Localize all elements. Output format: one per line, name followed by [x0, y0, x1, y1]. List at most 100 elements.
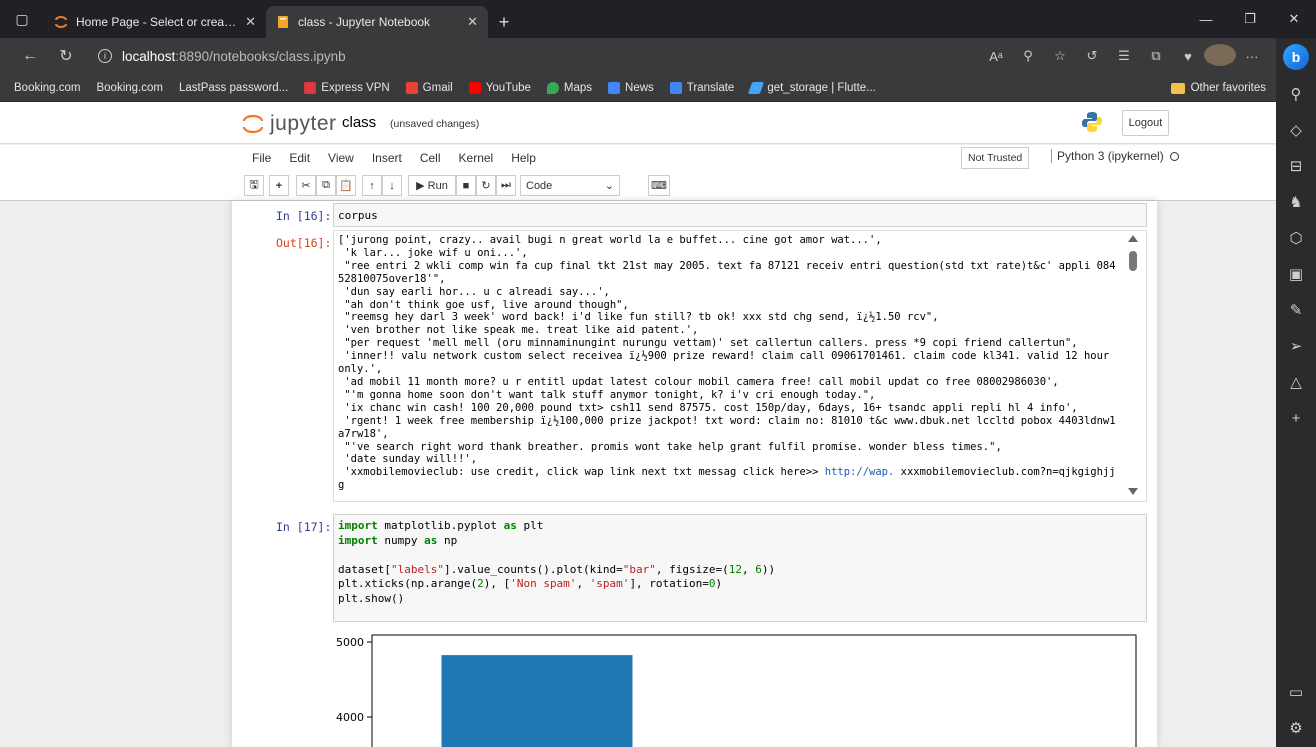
cell-17-input[interactable]: import matplotlib.pyplot as plt import n…: [333, 514, 1147, 622]
favorite-star-icon[interactable]: ☆: [1044, 48, 1076, 64]
code-line-2: import numpy as np: [338, 533, 458, 547]
cell-16-input[interactable]: corpus: [333, 203, 1147, 227]
minimize-icon[interactable]: —: [1184, 0, 1228, 38]
collections-icon[interactable]: ⧉: [1140, 48, 1172, 64]
fast-forward-icon[interactable]: ⏭: [496, 175, 516, 196]
move-down-icon[interactable]: ↓: [382, 175, 402, 196]
health-icon[interactable]: ♥: [1172, 49, 1204, 64]
bookmark-translate[interactable]: Translate: [662, 81, 743, 94]
microsoft365-icon[interactable]: ⬡: [1276, 220, 1316, 256]
close-window-icon[interactable]: ✕: [1272, 0, 1316, 38]
menu-cell[interactable]: Cell: [411, 149, 450, 167]
maps-icon: [546, 81, 559, 94]
bookmark-expressvpn[interactable]: Express VPN: [296, 81, 397, 94]
bookmark-get-storage[interactable]: get_storage | Flutte...: [742, 81, 883, 94]
search-icon[interactable]: ⚲: [1276, 76, 1316, 112]
cut-icon[interactable]: ✂: [296, 175, 316, 196]
bar-non-spam: [441, 655, 633, 747]
paste-icon[interactable]: 📋: [336, 175, 356, 196]
read-aloud-icon[interactable]: Aᵃ: [980, 49, 1012, 64]
menu-edit[interactable]: Edit: [280, 149, 319, 167]
tab-actions-icon[interactable]: ▢: [0, 0, 44, 38]
info-icon[interactable]: i: [98, 49, 112, 63]
stop-icon[interactable]: ■: [456, 175, 476, 196]
jupyter-favicon: [55, 16, 67, 28]
bookmark-maps[interactable]: Maps: [539, 81, 600, 94]
command-palette-icon[interactable]: ⌨: [648, 175, 670, 196]
refresh-extension-icon[interactable]: ↺: [1076, 48, 1108, 64]
scroll-up-arrow-icon[interactable]: [1128, 235, 1138, 242]
games-icon[interactable]: ♞: [1276, 184, 1316, 220]
outlook-icon[interactable]: ▣: [1276, 256, 1316, 292]
window-controls: — ❐ ✕: [1184, 0, 1316, 38]
profile-avatar[interactable]: [1204, 43, 1236, 69]
output-line: 'xxmobilemovieclub: use credit, click wa…: [338, 466, 1116, 492]
add-icon[interactable]: +: [1276, 400, 1316, 436]
close-tab-icon[interactable]: ✕: [467, 14, 478, 30]
bookmark-youtube[interactable]: YouTube: [461, 81, 539, 94]
briefcase-icon[interactable]: ⊟: [1276, 148, 1316, 184]
bookmark-news[interactable]: News: [600, 81, 662, 94]
jupyter-header: jupyter class (unsaved changes) Logout: [0, 102, 1276, 144]
cell-16-out-prompt: Out[16]:: [276, 236, 332, 250]
bookmark-gmail[interactable]: Gmail: [398, 81, 461, 94]
restart-icon[interactable]: ↻: [476, 175, 496, 196]
cell-type-select[interactable]: Code ⌄: [520, 175, 620, 196]
insert-cell-icon[interactable]: +: [269, 175, 289, 196]
url-field[interactable]: i localhost:8890/notebooks/class.ipynb: [98, 49, 980, 64]
refresh-icon[interactable]: ↻: [48, 38, 84, 74]
logout-button[interactable]: Logout: [1122, 110, 1169, 136]
output-line: "reemsg hey darl 3 week' word back! i'd …: [338, 311, 939, 324]
close-tab-icon[interactable]: ✕: [245, 14, 256, 30]
menu-help[interactable]: Help: [502, 149, 545, 167]
send-icon[interactable]: ➢: [1276, 328, 1316, 364]
chevron-down-icon: ⌄: [604, 180, 614, 192]
trust-button[interactable]: Not Trusted: [961, 147, 1030, 169]
menu-view[interactable]: View: [319, 149, 363, 167]
kernel-indicator[interactable]: Python 3 (ipykernel): [1051, 149, 1179, 163]
zoom-icon[interactable]: ⚲: [1012, 48, 1044, 64]
tab-home-page[interactable]: Home Page - Select or create a n ✕: [44, 6, 266, 38]
cell-17-in-prompt: In [17]:: [276, 520, 332, 534]
cell-16-output-text: ['jurong point, crazy.. avail bugi n gre…: [338, 234, 1116, 492]
python-logo-icon: [1082, 112, 1102, 132]
jupyter-logo[interactable]: jupyter: [242, 112, 337, 136]
scroll-thumb[interactable]: [1129, 251, 1137, 271]
drop-icon[interactable]: ✎: [1276, 292, 1316, 328]
settings-gear-icon[interactable]: ⚙: [1276, 710, 1316, 746]
tag-icon[interactable]: ◇: [1276, 112, 1316, 148]
new-tab-button[interactable]: +: [488, 6, 520, 38]
bookmark-booking-2[interactable]: Booking.com: [0, 82, 170, 188]
save-icon[interactable]: 🖫: [244, 175, 264, 196]
more-menu-icon[interactable]: ···: [1236, 49, 1268, 64]
run-button[interactable]: ▶ Run: [408, 175, 456, 196]
move-up-icon[interactable]: ↑: [362, 175, 382, 196]
edge-sidebar: b ⚲ ◇ ⊟ ♞ ⬡ ▣ ✎ ➢ △ + ▭ ⚙: [1276, 38, 1316, 747]
cell-16-in-prompt: In [16]:: [276, 209, 332, 223]
copy-icon[interactable]: ⧉: [316, 175, 336, 196]
tab-title: class - Jupyter Notebook: [298, 15, 431, 29]
bing-icon[interactable]: b: [1283, 44, 1309, 70]
news-icon: [608, 81, 621, 94]
cloud-icon[interactable]: △: [1276, 364, 1316, 400]
scroll-down-arrow-icon[interactable]: [1128, 488, 1138, 495]
y-tick-label: 5000: [336, 636, 364, 649]
output-scrollbar[interactable]: [1120, 231, 1146, 501]
sidebar-toggle-icon[interactable]: ▭: [1276, 674, 1316, 710]
translate-icon: [669, 81, 682, 94]
favorites-list-icon[interactable]: ☰: [1108, 48, 1140, 64]
bookmark-lastpass[interactable]: LastPass password...: [0, 82, 296, 188]
back-arrow-icon[interactable]: ←: [12, 38, 48, 74]
output-link[interactable]: http://wap.: [825, 466, 895, 478]
notebook-toolbar: 🖫 + ✂ ⧉ 📋 ↑ ↓ ▶ Run ■ ↻ ⏭ Code ⌄ ⌨: [0, 171, 1276, 201]
tab-class-notebook[interactable]: class - Jupyter Notebook ✕: [266, 6, 488, 38]
cell-16-output[interactable]: ['jurong point, crazy.. avail bugi n gre…: [333, 230, 1147, 502]
menu-insert[interactable]: Insert: [363, 149, 411, 167]
cell-16-code: corpus: [338, 209, 378, 222]
restore-icon[interactable]: ❐: [1228, 0, 1272, 38]
other-favorites[interactable]: Other favorites: [1170, 74, 1266, 102]
menu-file[interactable]: File: [244, 149, 280, 167]
notebook-name[interactable]: class: [342, 114, 376, 131]
bookmark-booking-1[interactable]: Booking.com: [0, 82, 88, 188]
menu-kernel[interactable]: Kernel: [450, 149, 503, 167]
